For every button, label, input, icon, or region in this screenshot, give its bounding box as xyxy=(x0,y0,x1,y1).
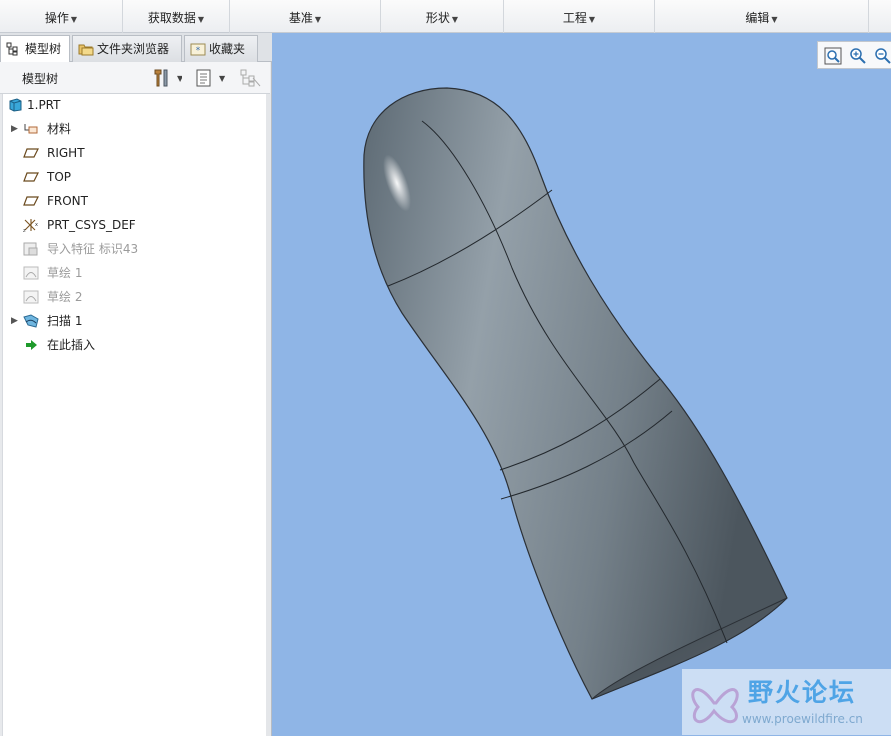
tree-item-sketch-2[interactable]: 草绘 2 xyxy=(3,286,263,308)
model-tree-toolbar: 模型树 ▼ ▼ xyxy=(0,62,270,94)
settings-icon[interactable]: ▼ xyxy=(152,68,184,91)
caret-down-icon: ▼ xyxy=(314,15,322,24)
tree-item-sketch-1[interactable]: 草绘 1 xyxy=(3,262,263,284)
tree-item-sweep-1[interactable]: ▶ 扫描 1 xyxy=(3,310,263,332)
watermark: 野火论坛 www.proewildfire.cn xyxy=(682,669,891,735)
svg-text:x: x xyxy=(35,222,38,228)
tree-item-label: RIGHT xyxy=(47,146,85,160)
caret-down-icon: ▼ xyxy=(588,15,596,24)
csys-icon: xz xyxy=(23,219,38,232)
part-icon xyxy=(9,98,22,112)
tree-item-label: FRONT xyxy=(47,194,88,208)
panel-splitter[interactable] xyxy=(266,94,271,736)
svg-text:z: z xyxy=(23,228,26,232)
expand-arrow-icon[interactable]: ▶ xyxy=(11,310,18,332)
sweep-icon xyxy=(23,314,39,328)
swept-part-model[interactable] xyxy=(363,87,788,700)
tab-folder-browser[interactable]: 文件夹浏览器 xyxy=(72,35,182,62)
model-view[interactable] xyxy=(272,33,891,736)
tab-favorites[interactable]: * 收藏夹 xyxy=(184,35,258,62)
sketch-icon xyxy=(23,266,39,280)
tree-item-datum-top[interactable]: TOP xyxy=(3,166,263,188)
ribbon-group-label: 操作 xyxy=(44,11,69,25)
model-tree-title: 模型树 xyxy=(22,72,59,86)
tree-item-insert-here[interactable]: 在此插入 xyxy=(3,334,263,356)
tree-item-label: 导入特征 标识43 xyxy=(47,242,139,256)
tree-item-datum-front[interactable]: FRONT xyxy=(3,190,263,212)
tree-item-label: PRT_CSYS_DEF xyxy=(47,218,136,232)
svg-text:*: * xyxy=(196,46,201,56)
tree-item-import-feature[interactable]: 导入特征 标识43 xyxy=(3,238,263,260)
tree-item-csys[interactable]: xz PRT_CSYS_DEF xyxy=(3,214,263,236)
ribbon-group-label: 工程 xyxy=(562,11,587,25)
tree-item-label: 草绘 2 xyxy=(47,290,83,304)
tree-item-part[interactable]: 1.PRT xyxy=(3,94,263,116)
svg-text:▼: ▼ xyxy=(177,74,182,83)
sketch-icon xyxy=(23,290,39,304)
datum-plane-icon xyxy=(23,172,39,182)
caret-down-icon: ▼ xyxy=(70,15,78,24)
favorites-icon: * xyxy=(190,43,206,56)
caret-down-icon: ▼ xyxy=(771,15,778,24)
import-feature-icon xyxy=(23,242,38,256)
material-icon xyxy=(24,124,38,134)
filter-icon[interactable] xyxy=(240,68,262,91)
ribbon-group-bar: 操作 ▼ 获取数据 ▼ 基准 ▼ 形状 ▼ 工程 ▼ 编辑 ▼ xyxy=(0,0,891,33)
navigator-panel: 模型树 文件夹浏览器 * 收藏夹 模型树 ▼ ▼ 1.PRT ▶ 材料 RIGH… xyxy=(0,33,272,736)
butterfly-logo-icon xyxy=(691,688,739,724)
folder-browser-icon xyxy=(78,44,94,56)
model-tree: 1.PRT ▶ 材料 RIGHT TOP FRONT x z PRT_CSYS_… xyxy=(2,94,266,736)
watermark-url: www.proewildfire.cn xyxy=(742,712,863,726)
tree-item-label: 在此插入 xyxy=(47,338,96,352)
tree-item-label: 材料 xyxy=(47,122,72,136)
tree-item-datum-right[interactable]: RIGHT xyxy=(3,142,263,164)
datum-plane-icon xyxy=(23,196,39,206)
ribbon-group-label: 形状 xyxy=(425,11,450,25)
datum-plane-icon xyxy=(23,148,39,158)
ribbon-group-engineering[interactable]: 工程 ▼ xyxy=(504,0,655,33)
navigator-tabs: 模型树 文件夹浏览器 * 收藏夹 xyxy=(0,33,272,63)
tab-model-tree[interactable]: 模型树 xyxy=(0,35,70,63)
ribbon-group-label: 编辑 xyxy=(745,11,770,25)
ribbon-group-get-data[interactable]: 获取数据 ▼ xyxy=(123,0,230,33)
tab-label: 模型树 xyxy=(25,42,62,56)
tree-item-label: 1.PRT xyxy=(27,98,61,112)
expand-arrow-icon[interactable]: ▶ xyxy=(11,118,18,140)
ribbon-group-label: 获取数据 xyxy=(147,11,196,25)
ribbon-group-editing[interactable]: 编辑 ▼ xyxy=(655,0,869,33)
tree-item-label: 扫描 1 xyxy=(47,314,83,328)
model-tree-icon xyxy=(6,42,18,56)
ribbon-group-datum[interactable]: 基准 ▼ xyxy=(230,0,381,33)
svg-text:▼: ▼ xyxy=(219,74,226,83)
watermark-title: 野火论坛 xyxy=(748,678,857,707)
caret-down-icon: ▼ xyxy=(451,15,459,24)
show-icon[interactable]: ▼ xyxy=(196,68,230,91)
tree-item-label: TOP xyxy=(47,170,72,184)
tree-item-material[interactable]: ▶ 材料 xyxy=(3,118,263,140)
tree-item-label: 草绘 1 xyxy=(47,266,83,280)
ribbon-group-label: 基准 xyxy=(288,11,313,25)
insert-here-icon xyxy=(26,340,37,350)
caret-down-icon: ▼ xyxy=(197,15,205,24)
ribbon-group-operations[interactable]: 操作 ▼ xyxy=(0,0,123,33)
graphics-window[interactable]: 野火论坛 www.proewildfire.cn xyxy=(272,33,891,736)
tab-label: 收藏夹 xyxy=(209,42,246,56)
tab-label: 文件夹浏览器 xyxy=(97,42,170,56)
ribbon-group-shapes[interactable]: 形状 ▼ xyxy=(381,0,504,33)
